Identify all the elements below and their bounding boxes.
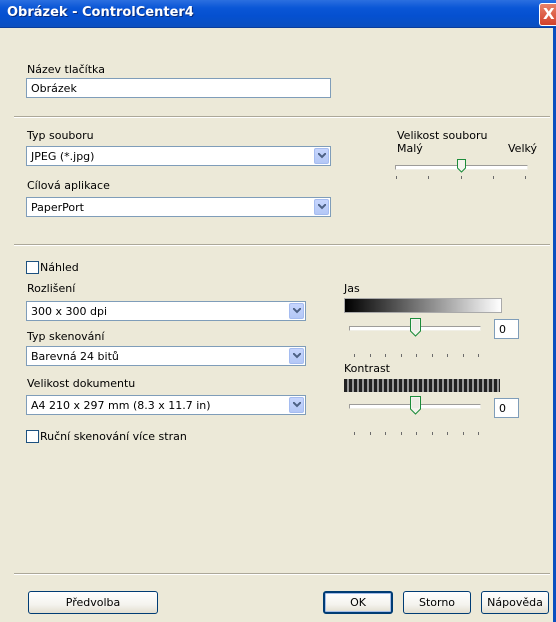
file-size-label: Velikost souboru xyxy=(397,129,488,142)
file-type-value: JPEG (*.jpg) xyxy=(31,150,95,163)
chevron-down-icon xyxy=(293,308,301,314)
chevron-down-icon xyxy=(318,204,326,210)
dialog-body: Název tlačítka Obrázek Typ souboru JPEG … xyxy=(0,28,556,622)
button-name-label: Název tlačítka xyxy=(27,63,105,76)
multipage-checkbox[interactable] xyxy=(26,430,39,443)
file-size-tick xyxy=(493,176,494,179)
file-size-tick xyxy=(396,176,397,179)
brightness-tick xyxy=(463,354,464,357)
chevron-down-icon xyxy=(293,353,301,359)
close-button[interactable]: X xyxy=(539,3,556,26)
contrast-tick xyxy=(370,432,371,435)
target-app-label: Cílová aplikace xyxy=(27,179,110,192)
brightness-label: Jas xyxy=(344,282,360,295)
target-app-select[interactable]: PaperPort xyxy=(26,197,331,217)
scan-type-dropdown-button[interactable] xyxy=(289,348,304,364)
close-icon: X xyxy=(543,5,555,23)
file-size-tick xyxy=(525,176,526,179)
resolution-value: 300 x 300 dpi xyxy=(31,305,108,318)
contrast-tick xyxy=(463,432,464,435)
contrast-slider-thumb[interactable] xyxy=(410,396,421,418)
contrast-value-input[interactable]: 0 xyxy=(494,398,519,418)
scan-type-select[interactable]: Barevná 24 bitů xyxy=(26,346,306,366)
brightness-value-input[interactable]: 0 xyxy=(494,319,519,339)
preview-checkbox[interactable] xyxy=(26,261,39,274)
help-button[interactable]: Nápověda xyxy=(481,591,549,614)
brightness-tick xyxy=(401,354,402,357)
file-type-dropdown-button[interactable] xyxy=(314,148,329,164)
contrast-pattern xyxy=(344,379,500,392)
brightness-gradient xyxy=(344,298,502,313)
document-size-select[interactable]: A4 210 x 297 mm (8.3 x 11.7 in) xyxy=(26,395,306,415)
contrast-tick xyxy=(354,432,355,435)
document-size-dropdown-button[interactable] xyxy=(289,397,304,413)
file-type-label: Typ souboru xyxy=(27,129,94,142)
cancel-button[interactable]: Storno xyxy=(403,591,471,614)
file-size-min-label: Malý xyxy=(397,142,423,155)
resolution-label: Rozlišení xyxy=(27,282,76,295)
contrast-tick xyxy=(416,432,417,435)
chevron-down-icon xyxy=(293,402,301,408)
brightness-tick xyxy=(447,354,448,357)
window-title: Obrázek - ControlCenter4 xyxy=(7,5,194,20)
separator-bottom xyxy=(14,573,550,575)
file-size-slider-thumb[interactable] xyxy=(457,159,466,176)
brightness-tick xyxy=(478,354,479,357)
contrast-label: Kontrast xyxy=(344,362,390,375)
contrast-tick xyxy=(432,432,433,435)
separator-middle xyxy=(14,244,550,246)
contrast-tick xyxy=(478,432,479,435)
preset-button[interactable]: Předvolba xyxy=(28,591,158,614)
scan-type-value: Barevná 24 bitů xyxy=(31,350,119,363)
scan-type-label: Typ skenování xyxy=(27,330,105,343)
target-app-value: PaperPort xyxy=(31,201,84,214)
document-size-label: Velikost dokumentu xyxy=(27,377,136,390)
contrast-tick xyxy=(447,432,448,435)
resolution-dropdown-button[interactable] xyxy=(289,303,304,319)
target-app-dropdown-button[interactable] xyxy=(314,199,329,215)
title-bar: Obrázek - ControlCenter4 X xyxy=(0,0,556,28)
contrast-tick xyxy=(385,432,386,435)
ok-button[interactable]: OK xyxy=(323,591,393,614)
brightness-tick xyxy=(354,354,355,357)
separator-top xyxy=(14,116,550,118)
brightness-tick xyxy=(385,354,386,357)
document-size-value: A4 210 x 297 mm (8.3 x 11.7 in) xyxy=(31,399,211,412)
chevron-down-icon xyxy=(318,153,326,159)
brightness-tick xyxy=(432,354,433,357)
preview-label: Náhled xyxy=(40,261,79,274)
file-size-tick xyxy=(461,176,462,179)
resolution-select[interactable]: 300 x 300 dpi xyxy=(26,301,306,321)
button-name-input[interactable]: Obrázek xyxy=(26,78,331,98)
contrast-tick xyxy=(401,432,402,435)
file-size-max-label: Velký xyxy=(508,142,537,155)
brightness-tick xyxy=(370,354,371,357)
multipage-label: Ruční skenování více stran xyxy=(40,430,187,443)
file-type-select[interactable]: JPEG (*.jpg) xyxy=(26,146,331,166)
brightness-slider-thumb[interactable] xyxy=(410,318,421,340)
brightness-tick xyxy=(416,354,417,357)
file-size-tick xyxy=(428,176,429,179)
